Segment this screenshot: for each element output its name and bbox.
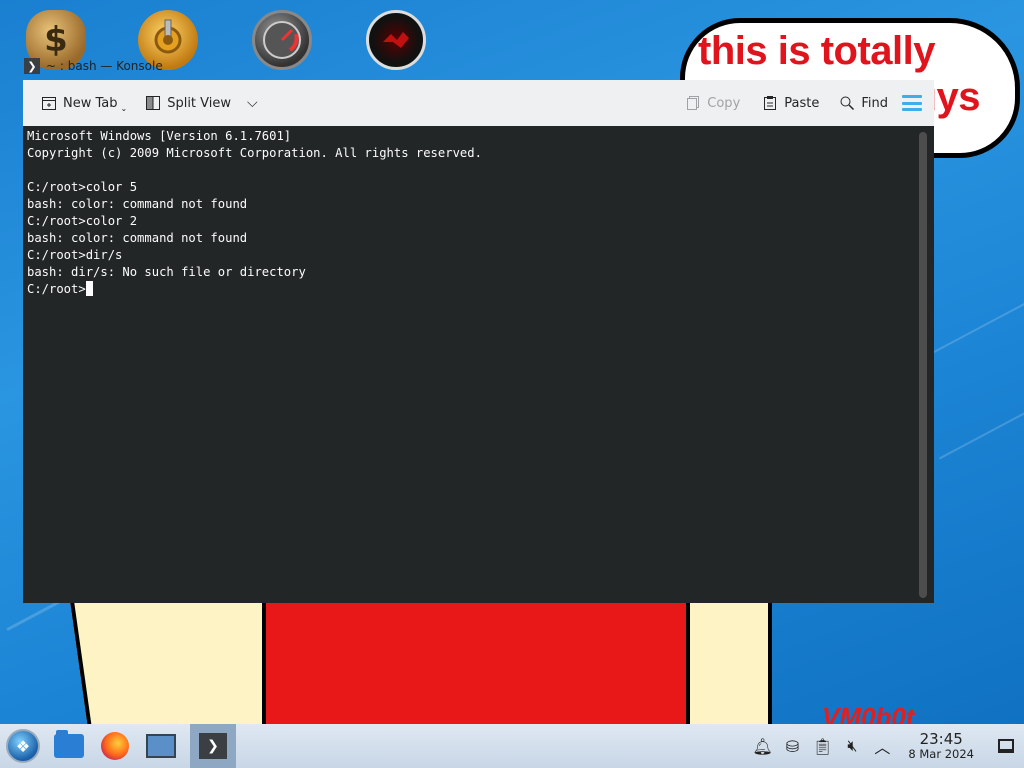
update-manager-icon[interactable]: ⛁ (782, 737, 802, 756)
terminal-prompt-line: C:/root> (27, 281, 915, 298)
copy-label: Copy (707, 95, 741, 111)
taskbar-firefox[interactable] (92, 724, 138, 768)
split-view-button[interactable]: Split View ⌵ (139, 88, 263, 118)
clipboard-icon[interactable]: 📋︎ (812, 737, 832, 756)
firefox-icon (101, 732, 129, 760)
paste-icon (762, 95, 778, 111)
cartoon-red-shirt (262, 600, 698, 730)
paste-label: Paste (784, 95, 820, 111)
split-view-label: Split View (167, 95, 232, 111)
terminal-line: Copyright (c) 2009 Microsoft Corporation… (27, 146, 482, 160)
cartoon-left-leg (69, 600, 289, 744)
window-title: ~ : bash — Konsole (46, 59, 163, 73)
window-title-bar[interactable]: ❯ ~ : bash — Konsole (24, 57, 163, 75)
start-orb-icon: ❖ (6, 729, 40, 763)
hamburger-menu-icon[interactable] (902, 95, 922, 111)
text-cursor (85, 281, 93, 296)
clock[interactable]: 23:45 8 Mar 2024 (908, 731, 974, 761)
terminal-line: C:/root>color 5 (27, 180, 138, 194)
monitor-icon (146, 734, 176, 758)
konsole-icon: ❯ (24, 58, 40, 74)
terminal-line: bash: dir/s: No such file or directory (27, 265, 306, 279)
clock-time: 23:45 (919, 730, 963, 748)
search-icon (839, 95, 855, 111)
start-button[interactable]: ❖ (0, 724, 46, 768)
taskbar-system-settings[interactable] (138, 724, 184, 768)
speedometer-icon[interactable] (252, 10, 312, 70)
volume-muted-icon[interactable]: 🔇︎ (842, 736, 862, 756)
wallpaper-streak (938, 382, 1024, 460)
new-tab-label: New Tab (63, 95, 118, 111)
terminal-line: bash: color: command not found (27, 231, 248, 245)
system-tray: 🔔︎ ⛁ 📋︎ 🔇︎ ︿ 23:45 8 Mar 2024 (752, 724, 1024, 768)
toolbar: New Tab ⌄ Split View ⌵ Copy Paste Find (23, 80, 934, 126)
copy-button[interactable]: Copy (679, 88, 746, 118)
taskbar-konsole[interactable]: ❯ (190, 724, 236, 768)
copy-icon (685, 95, 701, 111)
terminal-scrollbar[interactable] (919, 132, 927, 598)
terminal-line: Microsoft Windows [Version 6.1.7601] (27, 129, 292, 143)
paste-button[interactable]: Paste (756, 88, 825, 118)
red-disc-icon[interactable] (366, 10, 426, 70)
folder-icon (54, 730, 84, 758)
show-desktop-icon[interactable] (998, 739, 1014, 753)
taskbar-file-manager[interactable] (46, 724, 92, 768)
notifications-bell-icon[interactable]: 🔔︎ (752, 737, 772, 756)
terminal-prompt: C:/root> (27, 282, 86, 296)
bubble-line-1: this is totally (698, 29, 936, 73)
chevron-up-icon[interactable]: ︿ (872, 734, 892, 758)
taskbar: ❖ ❯ 🔔︎ ⛁ 📋︎ 🔇︎ ︿ 23:45 8 Mar 2024 (0, 724, 1024, 768)
konsole-window: New Tab ⌄ Split View ⌵ Copy Paste Find M… (23, 80, 934, 603)
new-tab-icon (41, 95, 57, 111)
new-tab-button[interactable]: New Tab ⌄ (35, 88, 133, 118)
chevron-down-icon[interactable]: ⌵ (247, 95, 258, 111)
terminal-output[interactable]: Microsoft Windows [Version 6.1.7601] Copy… (23, 126, 919, 603)
find-button[interactable]: Find (833, 88, 894, 118)
terminal-lines: Microsoft Windows [Version 6.1.7601] Copy… (27, 128, 915, 281)
cartoon-right-leg (686, 600, 772, 734)
split-view-icon (145, 95, 161, 111)
clock-date: 8 Mar 2024 (908, 747, 974, 761)
find-label: Find (861, 95, 888, 111)
konsole-icon: ❯ (199, 733, 227, 759)
terminal-line: C:/root>color 2 (27, 214, 138, 228)
chevron-down-icon: ⌄ (120, 103, 128, 113)
terminal-line: bash: color: command not found (27, 197, 248, 211)
terminal-line: C:/root>dir/s (27, 248, 123, 262)
